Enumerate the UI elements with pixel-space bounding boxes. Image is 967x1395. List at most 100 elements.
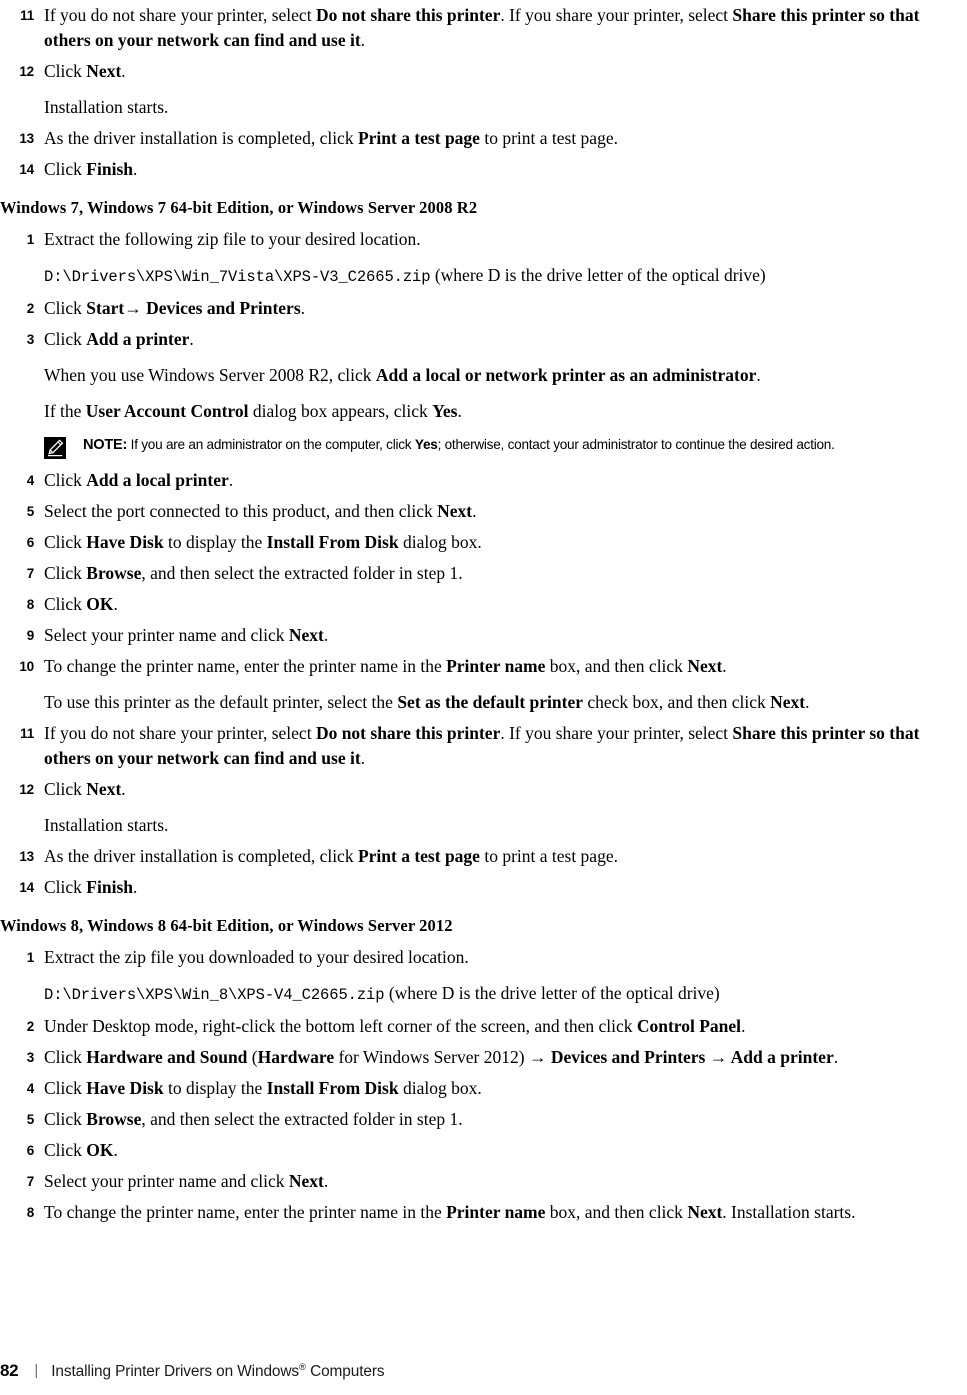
text-run: box, and then click [545,1202,688,1222]
text-run: box, and then click [545,656,688,676]
ui-term: Printer name [446,656,546,676]
step-number: 9 [26,628,35,643]
step-item: 12 Click Next. Installation starts. [0,56,967,123]
text-run: . [805,692,810,712]
step-text: Click OK. [34,1138,967,1163]
step-item: 4 Click Add a local printer. [0,465,967,496]
step-item: 3 Click Hardware and Sound (Hardware for… [0,1042,967,1073]
step-text: If you do not share your printer, select… [34,3,967,53]
step-number: 11 [20,8,34,23]
text-run: Click [44,1140,87,1160]
text-run: to display the [163,1078,267,1098]
ui-term: Add a local printer [86,470,229,490]
text-run: . [228,470,234,490]
step-number: 12 [19,64,34,79]
text-run: for Windows Server 2012) [334,1047,529,1067]
step-number: 13 [19,131,34,146]
page-content: 11 If you do not share your printer, sel… [0,0,967,1228]
ui-term: Browse [86,563,142,583]
registered-mark-icon: ® [299,1361,306,1373]
arrow-icon: → [124,298,142,318]
step-number: 2 [26,301,35,316]
text-run: ; otherwise, contact your administrator … [437,437,835,452]
step-number: 14 [19,880,34,895]
ui-term: Yes [414,437,438,452]
text-run: Click [44,470,87,490]
text-run: ( [247,1047,258,1067]
step-item: 5 Select the port connected to this prod… [0,496,967,527]
text-run: . [756,365,761,385]
step-text: Click Have Disk to display the Install F… [34,1076,967,1101]
text-run: Click [44,532,87,552]
text-run: . [300,298,306,318]
step-text: Click Have Disk to display the Install F… [34,530,967,555]
section-heading-windows-7: Windows 7, Windows 7 64-bit Edition, or … [0,198,478,217]
ui-term: Printer name [446,1202,546,1222]
footer-separator: | [34,1362,39,1379]
ui-term: Do not share this printer [315,723,501,743]
ui-term: Finish [86,877,133,897]
step-subtext: Installation starts. [44,815,169,835]
ui-term: Next [288,1171,324,1191]
step-item: 9 Select your printer name and click Nex… [0,620,967,651]
text-run: . [741,1016,746,1036]
ui-term: Hardware and Sound [86,1047,248,1067]
footer-title-suffix: Computers [305,1363,385,1380]
step-number: 13 [19,849,34,864]
ui-term: Browse [86,1109,142,1129]
ui-term: Next [86,61,122,81]
ui-term: Control Panel [636,1016,742,1036]
step-item: 1 Extract the zip file you downloaded to… [0,942,967,1011]
text-run: Select your printer name and click [44,1171,289,1191]
ui-term: Next [86,779,122,799]
ui-term: Start [86,298,125,318]
note-text: NOTE: If you are an administrator on the… [66,435,967,455]
step-item: 8 To change the printer name, enter the … [0,1197,967,1228]
text-run: If you do not share your printer, select [44,5,316,25]
page-footer: 82 | Installing Printer Drivers on Windo… [0,1361,967,1381]
ui-term: Add a printer [86,329,190,349]
ui-term: Print a test page [357,128,480,148]
text-run: Under Desktop mode, right-click the bott… [44,1016,637,1036]
step-item: 8 Click OK. [0,589,967,620]
text-run: Click [44,877,87,897]
step-number: 2 [26,1019,35,1034]
text-run: check box, and then click [583,692,771,712]
text-run: Click [44,159,87,179]
text-run: If you do not share your printer, select [44,723,316,743]
footer-title-text: Installing Printer Drivers on Windows [51,1363,299,1380]
text-run: Extract the following zip file to your d… [44,229,421,249]
step-number: 1 [26,232,35,247]
ui-term: Install From Disk [266,1078,399,1098]
text-run: To change the printer name, enter the pr… [44,656,447,676]
step-text: To change the printer name, enter the pr… [34,1200,967,1225]
step-text: As the driver installation is completed,… [34,844,967,869]
step-number: 7 [26,1174,35,1189]
step-item: 2 Under Desktop mode, right-click the bo… [0,1011,967,1042]
text-run: to print a test page. [479,128,618,148]
step-text: Select your printer name and click Next. [34,623,967,648]
text-run: As the driver installation is completed,… [44,846,358,866]
text-run: . If you share your printer, select [500,5,733,25]
file-path-code: D:\Drivers\XPS\Win_7Vista\XPS-V3_C2665.z… [44,268,431,286]
text-run: . [121,779,126,799]
step-text: Click Add a printer. When you use Window… [34,327,967,424]
ui-term: Hardware [257,1047,335,1067]
step-item: 7 Select your printer name and click Nex… [0,1166,967,1197]
step-text: To change the printer name, enter the pr… [34,654,967,715]
step-text: Click Add a local printer. [34,468,967,493]
step-text: If you do not share your printer, select… [34,721,967,771]
ui-term: User Account Control [85,401,249,421]
step-text: Click Finish. [34,157,967,182]
text-run: Click [44,329,87,349]
step-text: Click Browse, and then select the extrac… [34,1107,967,1132]
note-callout: NOTE: If you are an administrator on the… [0,435,967,459]
step-item: 11 If you do not share your printer, sel… [0,0,967,56]
ui-term: Next [687,656,723,676]
step-number: 5 [26,1112,35,1127]
step-item: 10 To change the printer name, enter the… [0,651,967,718]
text-run: Select your printer name and click [44,625,289,645]
step-item: 13 As the driver installation is complet… [0,123,967,154]
text-run: . [121,61,126,81]
ui-term: Do not share this printer [315,5,501,25]
